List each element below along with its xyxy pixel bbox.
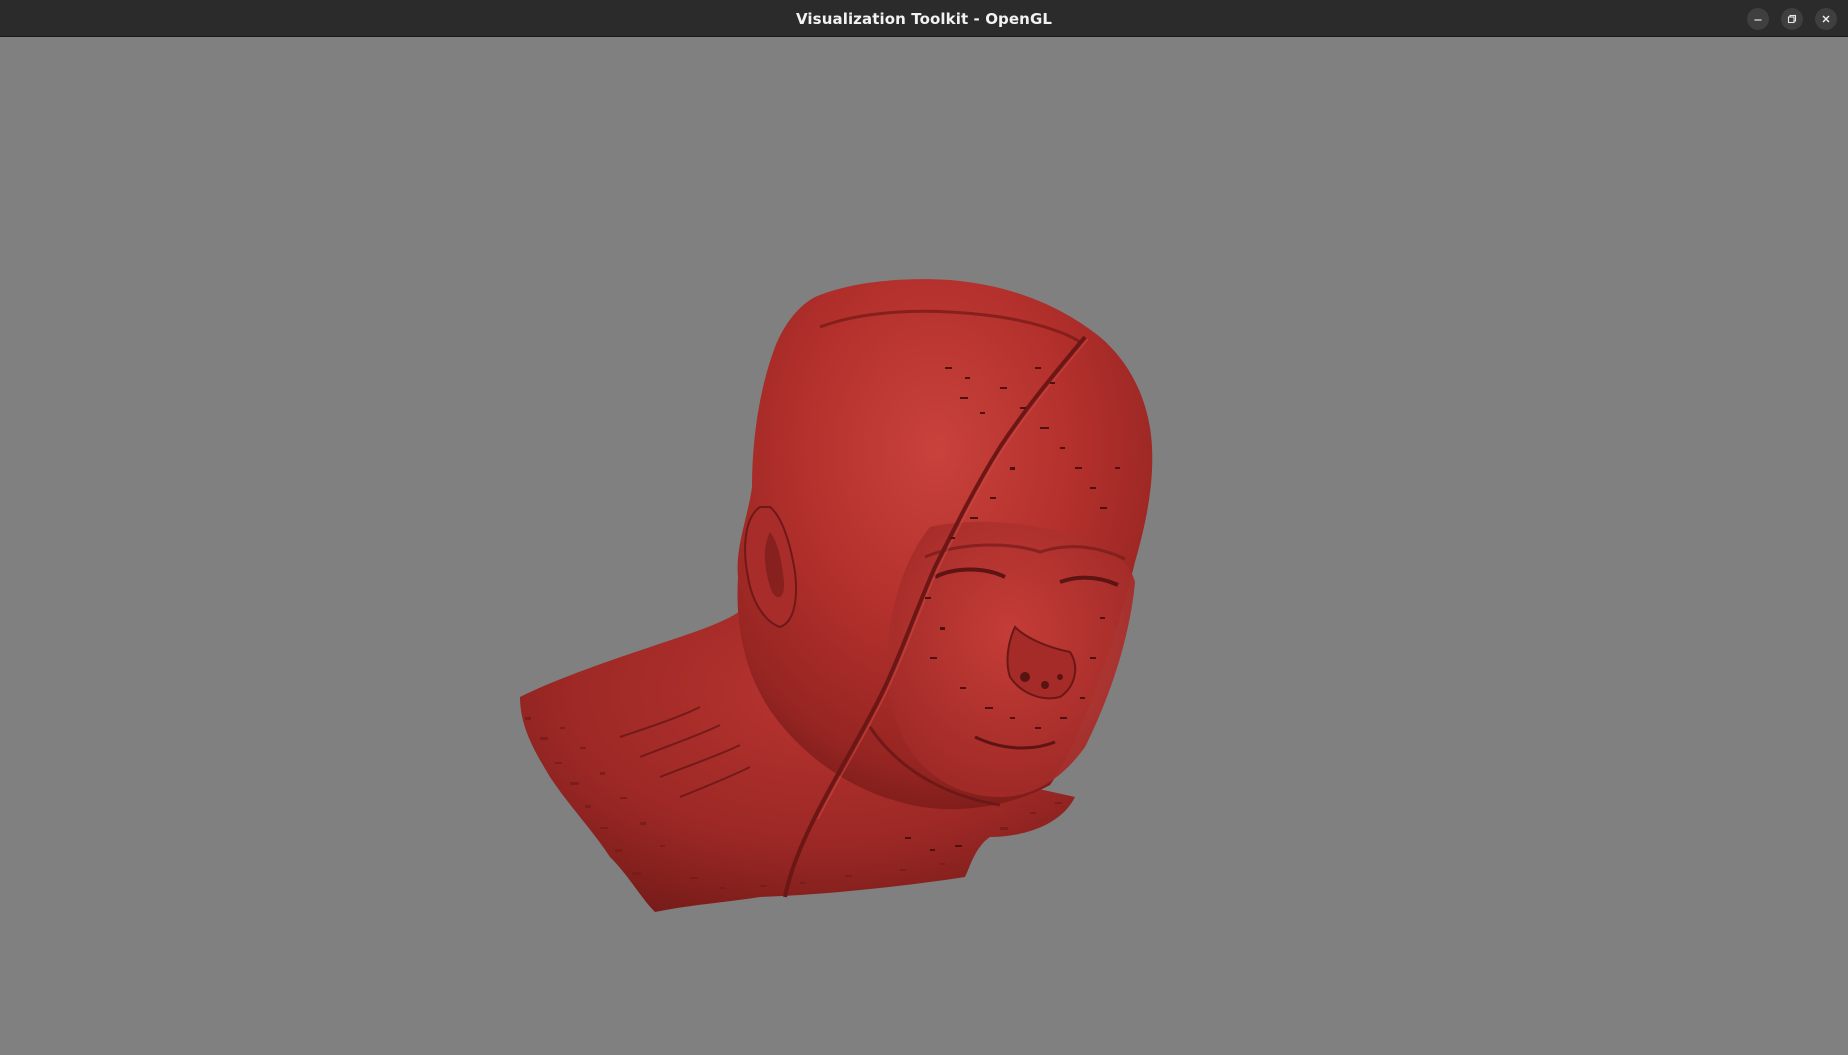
window-controls — [1747, 8, 1837, 30]
close-icon — [1821, 14, 1831, 24]
window-title: Visualization Toolkit - OpenGL — [795, 10, 1053, 28]
close-button[interactable] — [1815, 8, 1837, 30]
restore-icon — [1787, 14, 1797, 24]
render-viewport[interactable] — [0, 37, 1848, 1055]
vtk-window: Visualization Toolkit - OpenGL — [0, 0, 1848, 1055]
render-scene — [520, 279, 1153, 912]
minimize-button[interactable] — [1747, 8, 1769, 30]
minimize-icon — [1753, 14, 1763, 24]
head-model — [520, 279, 1153, 912]
title-bar[interactable]: Visualization Toolkit - OpenGL — [0, 0, 1848, 37]
restore-button[interactable] — [1781, 8, 1803, 30]
